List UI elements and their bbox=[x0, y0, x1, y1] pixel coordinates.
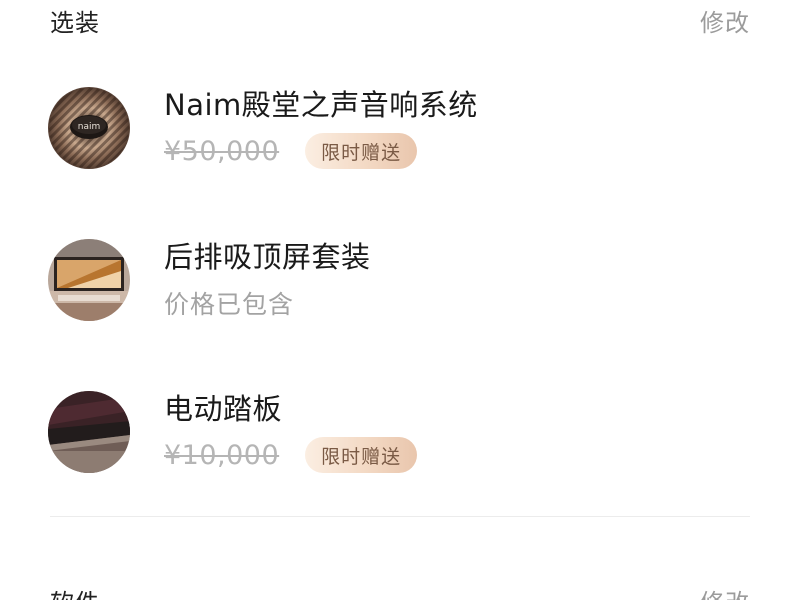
software-edit-button[interactable]: 修改 bbox=[700, 583, 750, 600]
option-summary-page: 选装 修改 naim Naim殿堂之声音响系统 ¥50,000 限时赠送 后排吸… bbox=[0, 0, 800, 600]
promo-badge: 限时赠送 bbox=[305, 133, 418, 169]
option-item-info: 后排吸顶屏套装 价格已包含 bbox=[164, 238, 371, 322]
option-item-naim-audio[interactable]: naim Naim殿堂之声音响系统 ¥50,000 限时赠送 bbox=[48, 86, 750, 170]
promo-badge: 限时赠送 bbox=[305, 437, 418, 473]
option-item-price-row: ¥50,000 限时赠送 bbox=[164, 132, 478, 170]
price-included-note: 价格已包含 bbox=[164, 290, 295, 319]
ceiling-screen-thumbnail-icon bbox=[48, 239, 130, 321]
running-board-thumbnail-icon bbox=[48, 391, 130, 473]
original-price: ¥10,000 bbox=[164, 439, 280, 471]
option-item-name: 后排吸顶屏套装 bbox=[164, 240, 371, 274]
option-item-price-row: ¥10,000 限时赠送 bbox=[164, 436, 418, 474]
original-price: ¥50,000 bbox=[164, 135, 280, 167]
section-divider bbox=[50, 516, 750, 517]
speaker-grille-thumbnail-icon: naim bbox=[48, 87, 130, 169]
option-item-name: 电动踏板 bbox=[164, 392, 283, 426]
software-section-title: 软件 bbox=[50, 583, 100, 600]
svg-text:naim: naim bbox=[78, 122, 101, 132]
option-item-note-row: 价格已包含 bbox=[164, 284, 371, 322]
option-item-rear-ceiling-screen[interactable]: 后排吸顶屏套装 价格已包含 bbox=[48, 238, 750, 322]
options-section-header: 选装 修改 bbox=[50, 0, 750, 40]
option-item-info: 电动踏板 ¥10,000 限时赠送 bbox=[164, 390, 418, 474]
software-section-header: 软件 修改 bbox=[50, 580, 750, 600]
options-section-title: 选装 bbox=[50, 8, 100, 37]
option-item-electric-running-board[interactable]: 电动踏板 ¥10,000 限时赠送 bbox=[48, 390, 750, 474]
option-item-info: Naim殿堂之声音响系统 ¥50,000 限时赠送 bbox=[164, 86, 478, 170]
option-item-name: Naim殿堂之声音响系统 bbox=[164, 88, 478, 122]
options-edit-button[interactable]: 修改 bbox=[700, 3, 750, 38]
